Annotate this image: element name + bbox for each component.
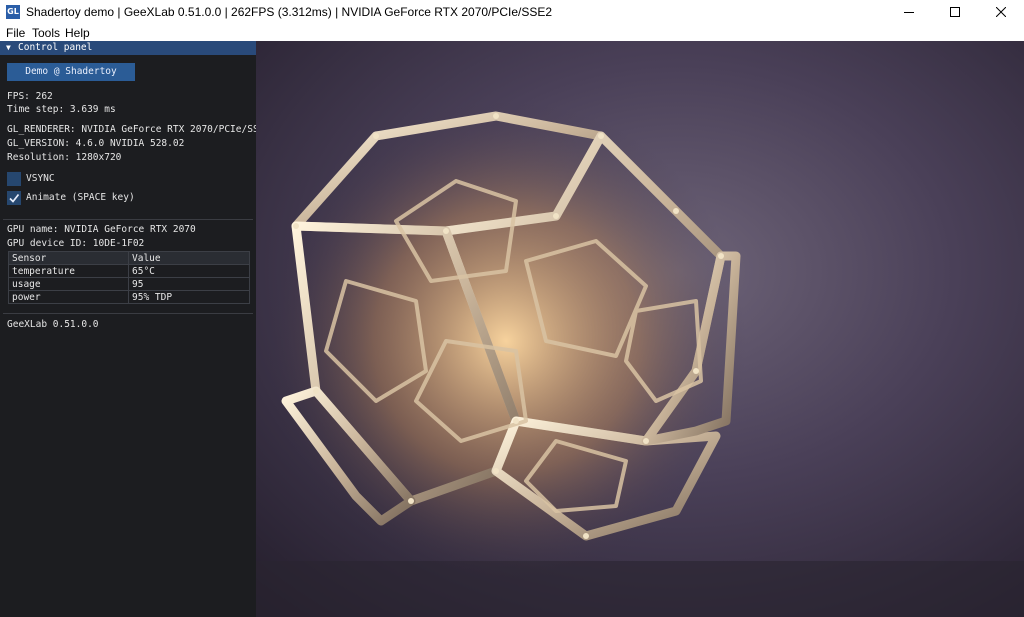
animate-checkbox[interactable] <box>7 191 21 205</box>
table-header-row: Sensor Value <box>8 251 250 265</box>
table-row: power 95% TDP <box>8 290 250 304</box>
shader-render-image <box>256 41 1024 617</box>
title-bar: GL Shadertoy demo | GeeXLab 0.51.0.0 | 2… <box>0 0 1024 24</box>
sensor-cell: power <box>8 290 129 304</box>
table-row: usage 95 <box>8 277 250 291</box>
menu-file[interactable]: File <box>6 25 25 41</box>
control-panel: ▼ Control panel Demo @ Shadertoy FPS: 26… <box>0 41 256 617</box>
sensor-cell: temperature <box>8 264 129 278</box>
gpu-device-text: GPU device ID: 10DE-1F02 <box>7 238 145 249</box>
separator <box>3 219 253 220</box>
value-cell: 95 <box>128 277 250 291</box>
table-header-sensor: Sensor <box>8 251 129 265</box>
value-cell: 65°C <box>128 264 250 278</box>
app-icon: GL <box>6 5 20 19</box>
resolution-text: Resolution: 1280x720 <box>7 152 122 163</box>
control-panel-title: Control panel <box>18 42 93 53</box>
sensor-cell: usage <box>8 277 129 291</box>
minimize-button[interactable] <box>886 0 932 24</box>
close-icon <box>996 7 1006 17</box>
checkmark-icon <box>9 193 20 203</box>
menu-help[interactable]: Help <box>65 25 90 41</box>
control-panel-header[interactable]: ▼ Control panel <box>0 41 256 55</box>
table-header-value: Value <box>128 251 250 265</box>
gpu-name-text: GPU name: NVIDIA GeForce RTX 2070 <box>7 224 196 235</box>
fps-text: FPS: 262 <box>7 91 53 102</box>
vsync-checkbox[interactable] <box>7 172 21 186</box>
gl-version-text: GL_VERSION: 4.6.0 NVIDIA 528.02 <box>7 138 185 149</box>
menu-bar: File Tools Help <box>0 24 1024 41</box>
window-title: Shadertoy demo | GeeXLab 0.51.0.0 | 262F… <box>26 5 553 19</box>
table-row: temperature 65°C <box>8 264 250 278</box>
maximize-button[interactable] <box>932 0 978 24</box>
menu-tools[interactable]: Tools <box>32 25 60 41</box>
vsync-label: VSYNC <box>26 173 55 184</box>
gl-renderer-text: GL_RENDERER: NVIDIA GeForce RTX 2070/PCI… <box>7 124 256 135</box>
separator <box>3 313 253 314</box>
render-viewport[interactable] <box>256 41 1024 617</box>
minimize-icon <box>904 12 914 13</box>
footer-version-text: GeeXLab 0.51.0.0 <box>7 319 99 330</box>
sensor-table: Sensor Value temperature 65°C usage 95 p… <box>8 251 250 304</box>
close-button[interactable] <box>978 0 1024 24</box>
time-step-text: Time step: 3.639 ms <box>7 104 116 115</box>
demo-shadertoy-button[interactable]: Demo @ Shadertoy <box>7 63 135 81</box>
animate-label: Animate (SPACE key) <box>26 192 135 203</box>
maximize-icon <box>950 7 960 17</box>
value-cell: 95% TDP <box>128 290 250 304</box>
collapse-triangle-icon[interactable]: ▼ <box>6 41 11 55</box>
